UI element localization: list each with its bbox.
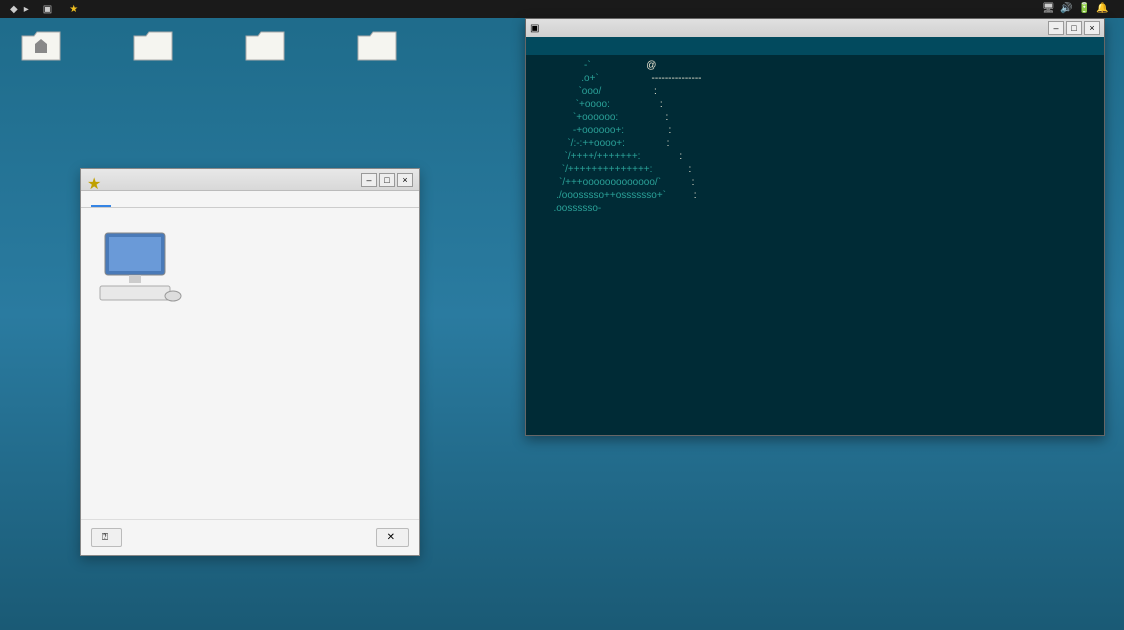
desktop-icon-folder2[interactable] xyxy=(244,30,286,68)
folder-icon xyxy=(356,30,398,62)
battery-icon[interactable]: 🔋 xyxy=(1078,3,1090,15)
close-button[interactable]: × xyxy=(397,173,413,187)
minimize-button[interactable]: – xyxy=(1048,21,1064,35)
desktop xyxy=(20,30,398,68)
tab-credits[interactable] xyxy=(135,197,155,207)
terminal-titlebar[interactable]: ▣ – □ × xyxy=(526,19,1104,37)
terminal-window: ▣ – □ × -` @ .o+` --------------- `ooo/ xyxy=(525,18,1105,436)
close-icon: ✕ xyxy=(387,532,395,543)
terminal-output[interactable]: -` @ .o+` --------------- `ooo/ : `+oooo… xyxy=(526,55,1104,435)
star-icon: ★ xyxy=(87,174,99,186)
about-window: ★ – □ × ⍰ ✕ xyxy=(80,168,420,556)
computer-icon xyxy=(95,228,185,308)
taskbar-item-terminal[interactable]: ▣ xyxy=(37,4,61,15)
tab-about[interactable] xyxy=(113,197,133,207)
tab-license[interactable] xyxy=(157,197,177,207)
apps-menu[interactable]: ◆ ▸ xyxy=(4,4,35,15)
desktop-icon-folder1[interactable] xyxy=(132,30,174,68)
top-panel: ◆ ▸ ▣ ★ 🖥 🔊 🔋 🔔 xyxy=(0,0,1124,18)
taskbar-item-about[interactable]: ★ xyxy=(63,4,87,15)
tab-system[interactable] xyxy=(91,197,111,207)
help-button[interactable]: ⍰ xyxy=(91,528,122,547)
maximize-button[interactable]: □ xyxy=(1066,21,1082,35)
folder-icon xyxy=(244,30,286,62)
help-icon: ⍰ xyxy=(102,532,108,543)
notification-icon[interactable]: 🔔 xyxy=(1096,3,1108,15)
desktop-icon-folder3[interactable] xyxy=(356,30,398,68)
close-button[interactable]: × xyxy=(1084,21,1100,35)
desktop-icon-home[interactable] xyxy=(20,30,62,68)
terminal-icon: ▣ xyxy=(530,23,539,34)
minimize-button[interactable]: – xyxy=(361,173,377,187)
about-titlebar[interactable]: ★ – □ × xyxy=(81,169,419,191)
folder-icon xyxy=(132,30,174,62)
volume-icon[interactable]: 🔊 xyxy=(1060,3,1072,15)
network-icon[interactable]: 🖥 xyxy=(1042,3,1054,15)
terminal-menubar xyxy=(526,37,1104,55)
close-button-footer[interactable]: ✕ xyxy=(376,528,409,547)
maximize-button[interactable]: □ xyxy=(379,173,395,187)
system-info xyxy=(199,228,405,308)
home-folder-icon xyxy=(20,30,62,62)
about-tabs xyxy=(81,191,419,208)
